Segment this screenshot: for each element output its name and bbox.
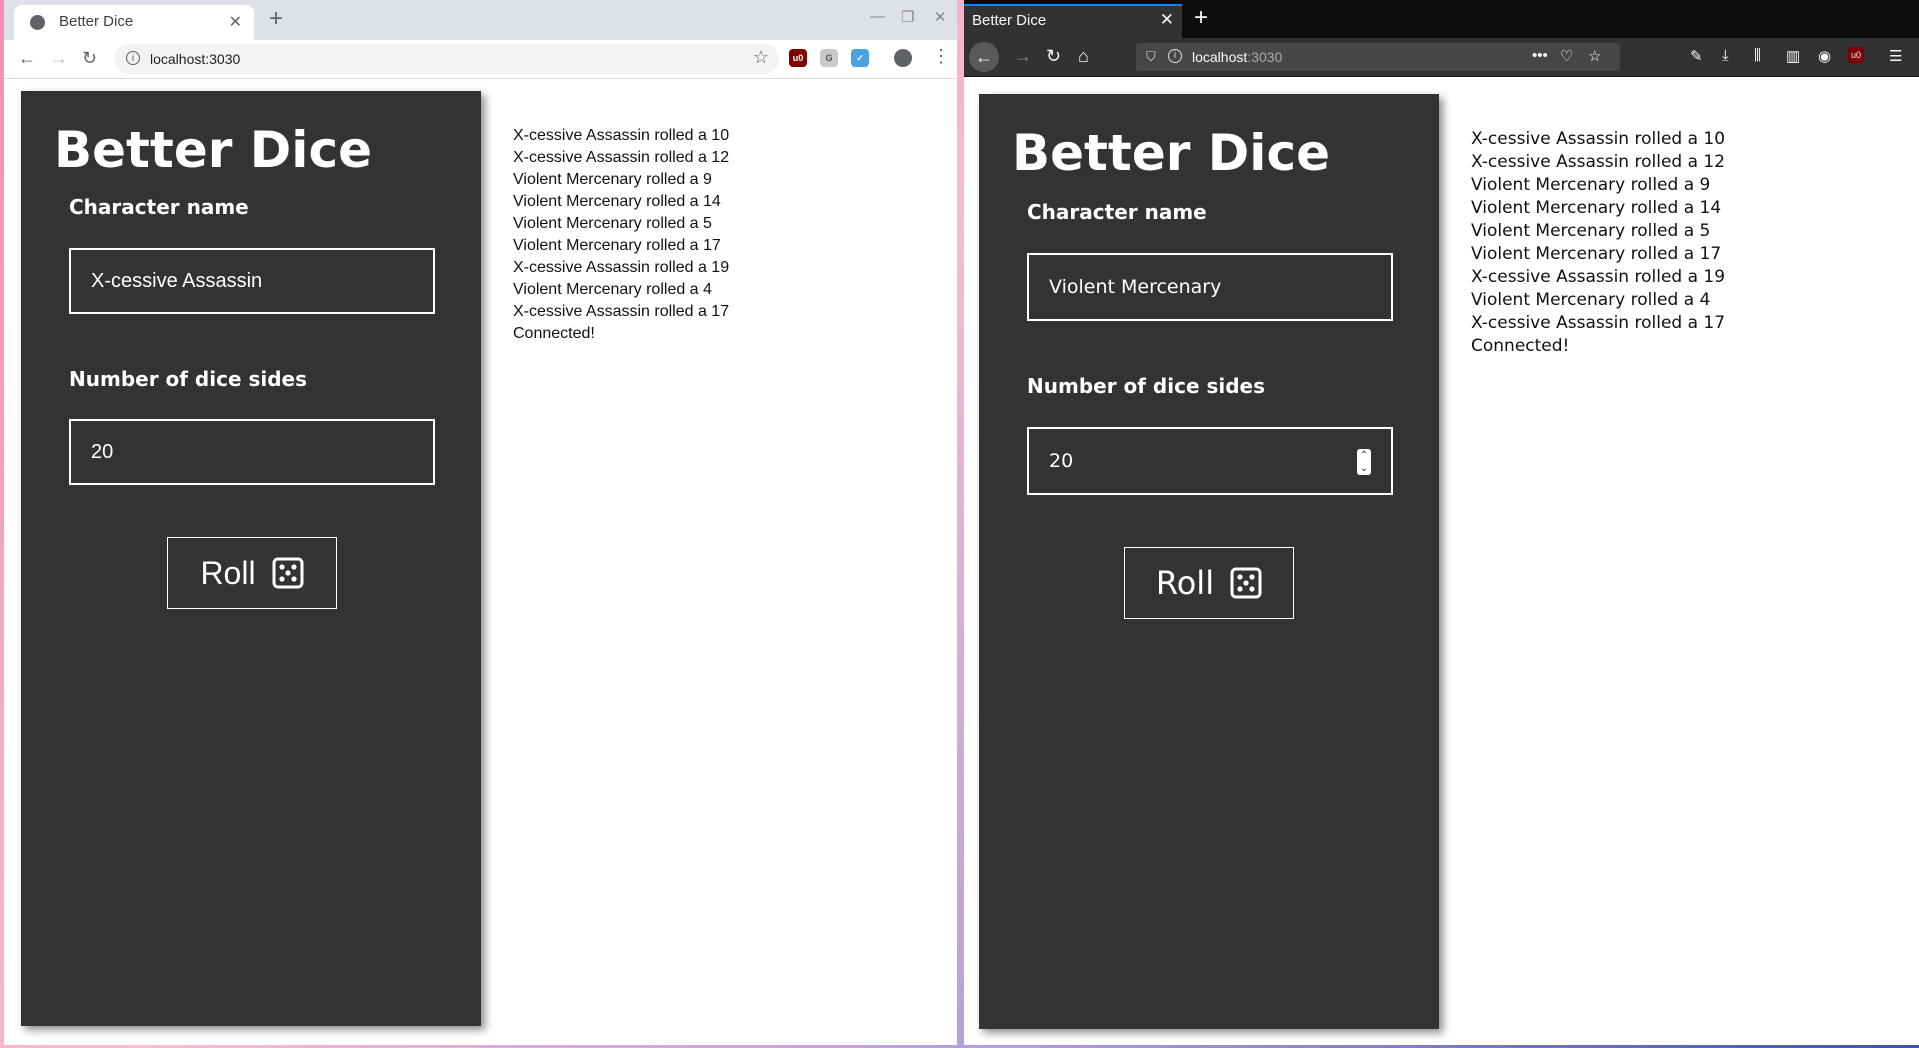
extension-icon[interactable]: G [820,49,838,67]
reload-icon[interactable]: ↻ [82,48,97,69]
dice-sides-input[interactable] [1027,427,1393,495]
close-tab-icon[interactable]: ✕ [1160,10,1174,30]
log-entry: Connected! [1471,336,1570,356]
tab-title: Better Dice [972,12,1047,29]
dice-sides-input[interactable] [69,419,435,485]
menu-icon[interactable]: ☰ [1889,47,1902,65]
character-name-input[interactable] [1027,253,1393,321]
character-name-label: Character name [69,195,249,219]
forward-icon[interactable]: → [50,48,68,69]
restore-icon[interactable]: ❐ [901,8,914,26]
address-bar[interactable]: i localhost:3030 ☆ [114,44,779,74]
bookmark-star-icon[interactable]: ☆ [1588,47,1601,65]
roll-button[interactable]: Roll [1124,547,1294,619]
page-content: Better Dice Character name Number of dic… [964,77,1919,1045]
new-tab-button[interactable]: + [269,5,283,33]
log-entry: X-cessive Assassin rolled a 19 [1471,267,1726,287]
log-entry: Violent Mercenary rolled a 9 [513,171,712,188]
url-text: localhost:3030 [1192,49,1282,65]
globe-icon [30,15,45,30]
log-entry: Violent Mercenary rolled a 14 [1471,198,1722,218]
info-icon[interactable]: i [1168,49,1182,63]
info-icon[interactable]: i [126,51,140,65]
minimize-icon[interactable]: — [870,8,885,25]
download-icon[interactable]: ⤓ [1722,47,1729,64]
profile-icon[interactable] [894,49,912,67]
dice-sides-label: Number of dice sides [69,367,308,391]
character-name-input[interactable] [69,248,435,314]
page-actions-icon[interactable]: ••• [1532,47,1548,64]
chrome-tab[interactable]: Better Dice ✕ [14,5,254,40]
roll-button[interactable]: Roll [167,537,337,609]
dice-five-icon [1230,567,1262,599]
shield-icon[interactable]: ⛉ [1146,49,1156,65]
chrome-window: Better Dice ✕ + — ❐ ✕ ← → ↻ i localhost:… [4,0,957,1045]
roll-button-label: Roll [200,554,256,591]
back-icon[interactable]: ← [969,42,999,72]
roll-log: X-cessive Assassin rolled a 10 X-cessive … [1471,128,1725,358]
bookmark-star-icon[interactable]: ☆ [753,47,769,68]
firefox-tab[interactable]: Better Dice ✕ [964,4,1182,38]
firefox-window: Better Dice ✕ + ← → ↻ ⌂ ⛉ i localhost:30… [964,0,1919,1045]
ublock-icon[interactable]: u0 [789,49,807,67]
log-entry: X-cessive Assassin rolled a 12 [1471,152,1726,172]
character-name-label: Character name [1027,200,1207,224]
log-entry: Violent Mercenary rolled a 4 [1471,290,1711,310]
reload-icon[interactable]: ↻ [1046,46,1061,67]
roll-log: X-cessive Assassin rolled a 10 X-cessive … [513,125,729,345]
number-spinner-icon[interactable]: ⌃ ⌄ [1357,449,1371,475]
firefox-tab-strip: Better Dice ✕ + [964,0,1919,38]
dice-panel: Better Dice Character name Number of dic… [979,94,1439,1029]
url-host: localhost [1192,49,1248,65]
log-entry: X-cessive Assassin rolled a 10 [1471,129,1726,149]
app-title: Better Dice [54,121,372,179]
chrome-toolbar: ← → ↻ i localhost:3030 ☆ u0 G ✓ ⋮ [4,40,957,79]
menu-icon[interactable]: ⋮ [932,46,950,67]
dice-five-icon [272,557,304,589]
log-entry: Violent Mercenary rolled a 17 [513,237,721,254]
home-icon[interactable]: ⌂ [1078,46,1089,67]
wrench-icon[interactable]: ✎ [1690,47,1703,65]
sidebar-icon[interactable]: ▥ [1786,47,1800,65]
dice-sides-field: ⌃⌄ [1027,427,1393,495]
library-icon[interactable]: ⫼ [1754,47,1761,64]
log-entry: Connected! [513,325,595,342]
log-entry: Violent Mercenary rolled a 17 [1471,244,1722,264]
log-entry: X-cessive Assassin rolled a 19 [513,259,730,276]
page-content: Better Dice Character name Number of dic… [4,79,957,1045]
url-port: :3030 [1247,49,1283,65]
forward-icon[interactable]: → [1014,46,1032,67]
firefox-toolbar: ← → ↻ ⌂ ⛉ i localhost:3030 ••• ♡ ☆ ✎ ⤓ ⫼… [964,38,1919,77]
ublock-icon[interactable]: u0 [1848,47,1864,63]
pocket-icon[interactable]: ♡ [1560,47,1573,65]
back-icon[interactable]: ← [18,48,36,69]
address-bar[interactable]: ⛉ i localhost:3030 ••• ♡ ☆ [1136,43,1620,71]
app-title: Better Dice [1012,124,1330,182]
log-entry: X-cessive Assassin rolled a 17 [513,303,730,320]
log-entry: Violent Mercenary rolled a 9 [1471,175,1711,195]
close-tab-icon[interactable]: ✕ [229,12,242,32]
log-entry: Violent Mercenary rolled a 4 [513,281,712,298]
tab-title: Better Dice [59,13,134,30]
log-entry: X-cessive Assassin rolled a 10 [513,127,730,144]
extension-feather-icon[interactable]: ✓ [851,49,869,67]
new-tab-button[interactable]: + [1194,4,1208,32]
roll-button-label: Roll [1155,564,1215,602]
log-entry: X-cessive Assassin rolled a 12 [513,149,730,166]
account-icon[interactable]: ◉ [1818,47,1831,65]
close-window-icon[interactable]: ✕ [934,8,947,26]
dice-sides-label: Number of dice sides [1027,374,1266,398]
url-text: localhost:3030 [150,51,241,67]
chrome-tab-strip: Better Dice ✕ + — ❐ ✕ [4,0,957,40]
log-entry: X-cessive Assassin rolled a 17 [1471,313,1726,333]
dice-panel: Better Dice Character name Number of dic… [21,91,481,1026]
log-entry: Violent Mercenary rolled a 5 [1471,221,1711,241]
log-entry: Violent Mercenary rolled a 14 [513,193,721,210]
log-entry: Violent Mercenary rolled a 5 [513,215,712,232]
